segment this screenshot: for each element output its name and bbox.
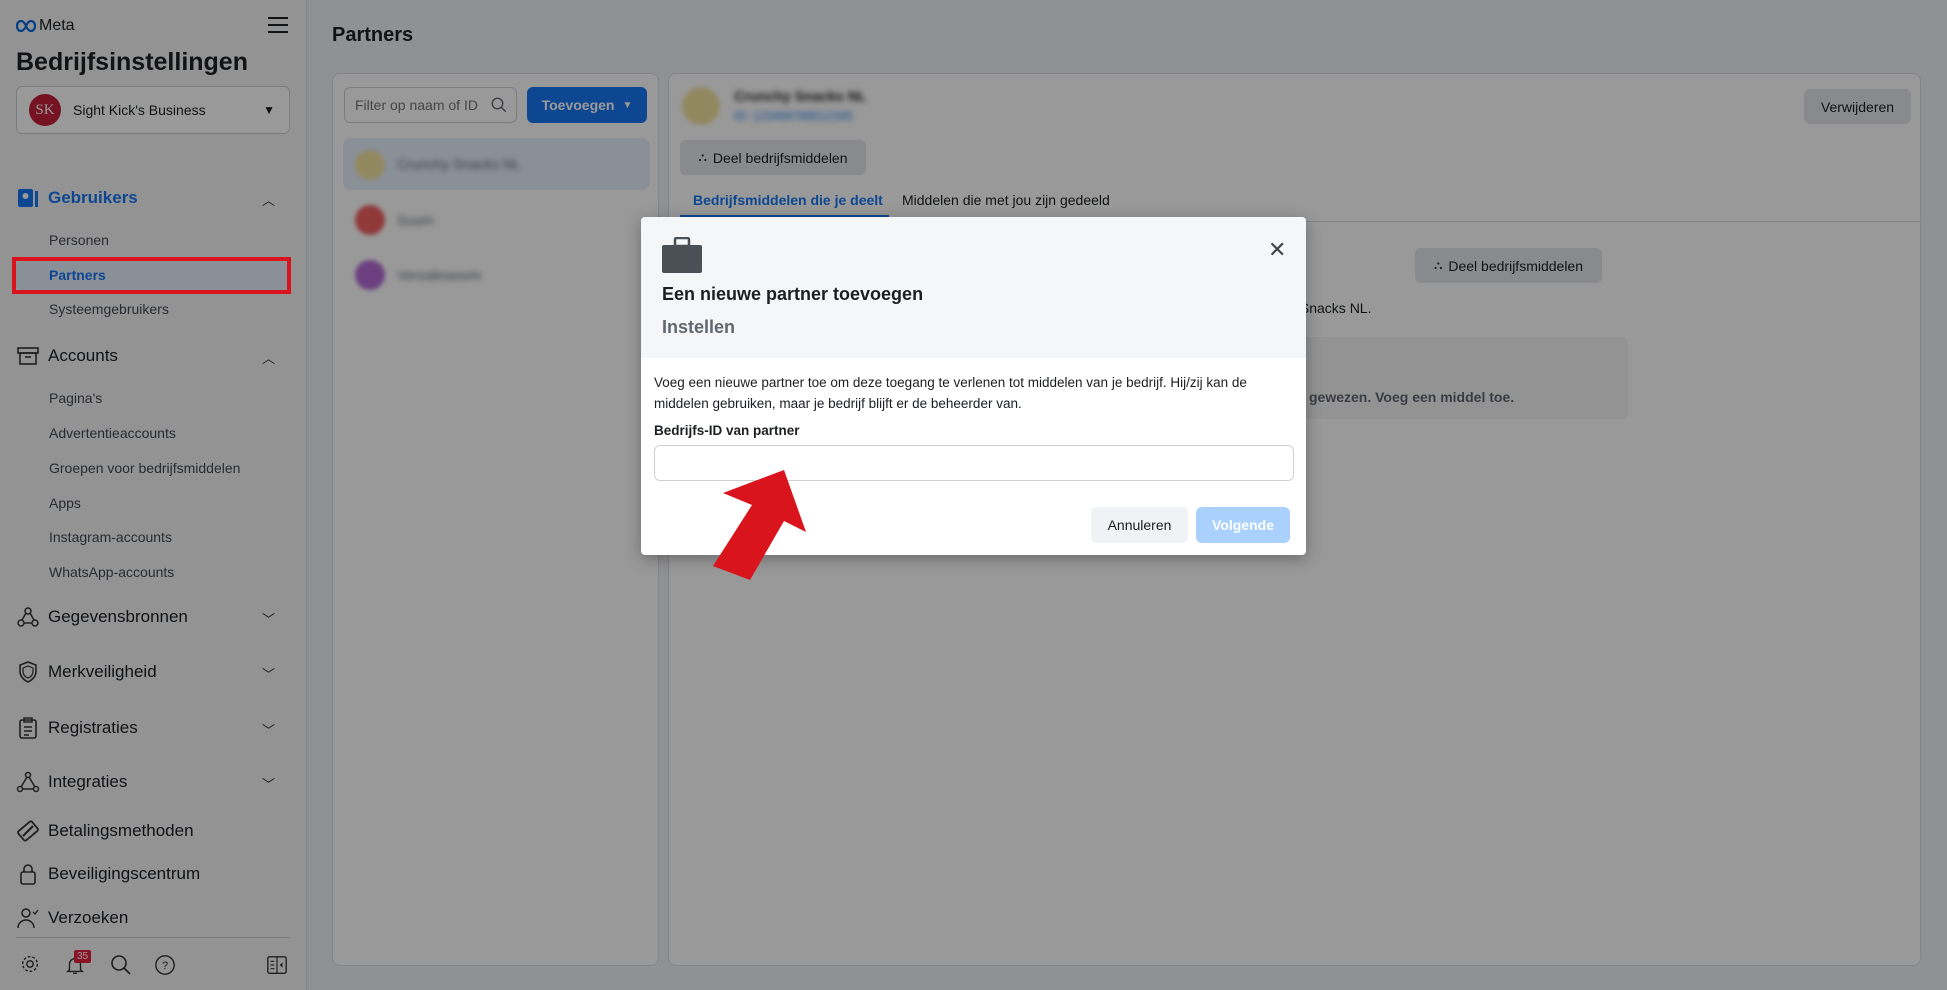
dialog-step: Instellen bbox=[662, 317, 736, 337]
dialog-description: Voeg een nieuwe partner toe om deze toeg… bbox=[654, 375, 1247, 411]
annotation-highlight-box bbox=[12, 257, 291, 294]
add-partner-dialog: Een nieuwe partner toevoegen Instellen ✕… bbox=[641, 217, 1306, 555]
field-label: Bedrijfs-ID van partner bbox=[654, 423, 800, 438]
next-button[interactable]: Volgende bbox=[1196, 507, 1290, 543]
briefcase-icon bbox=[662, 237, 702, 273]
partner-id-input[interactable] bbox=[654, 445, 1294, 481]
dialog-title: Een nieuwe partner toevoegen bbox=[662, 284, 924, 304]
close-icon[interactable]: ✕ bbox=[1268, 237, 1286, 263]
cancel-button[interactable]: Annuleren bbox=[1091, 507, 1188, 543]
